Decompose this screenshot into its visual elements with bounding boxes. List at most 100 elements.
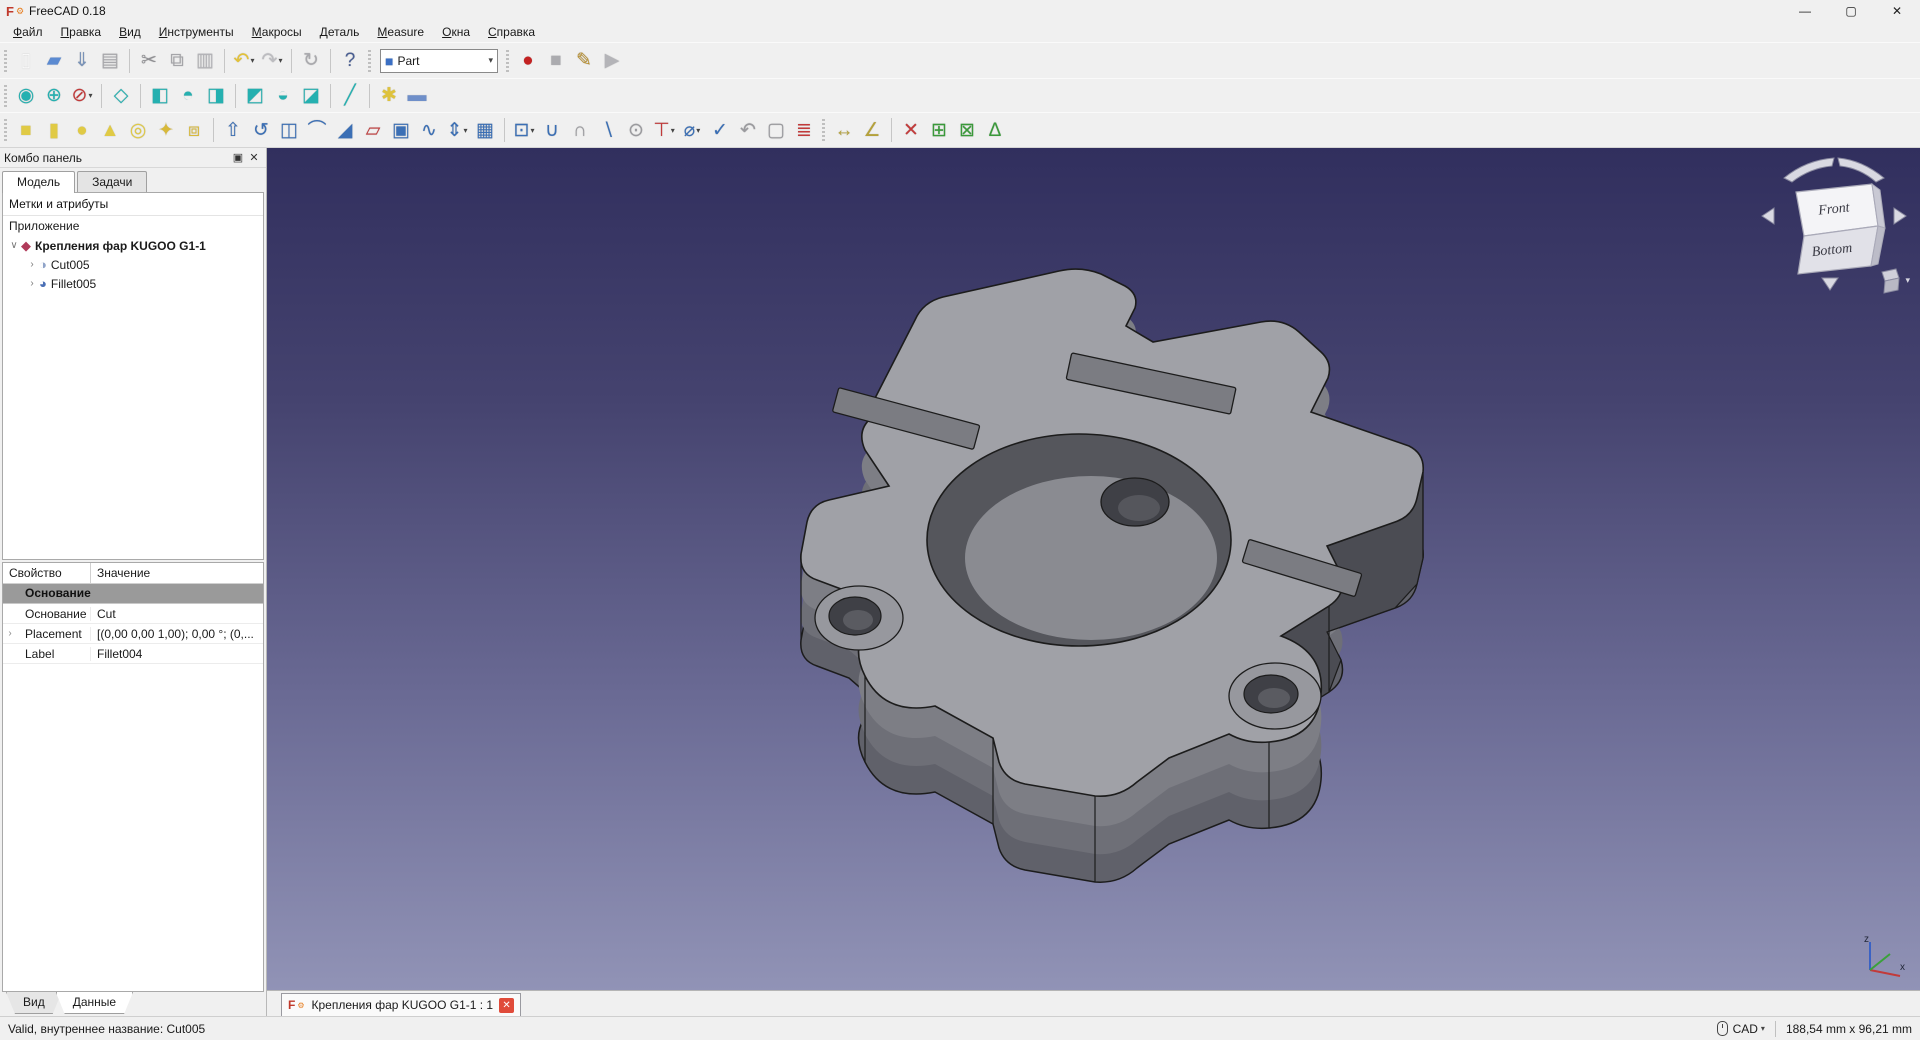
document-tab-close-icon[interactable]: ✕	[499, 998, 514, 1013]
menu-tools[interactable]: Инструменты	[150, 23, 243, 41]
dropdown-arrow-icon[interactable]: ▾	[530, 126, 534, 135]
measure-toggle-3d-icon[interactable]: ⊠	[953, 116, 981, 144]
tree-item-fillet005[interactable]: › ◕ Fillet005	[3, 274, 263, 293]
tree-item-cut005[interactable]: › ◑ Cut005	[3, 255, 263, 274]
cone-icon[interactable]: ▲	[96, 116, 124, 144]
navigation-style-selector[interactable]: CAD ▾	[1733, 1022, 1765, 1036]
dropdown-arrow-icon[interactable]: ▾	[278, 56, 282, 65]
toolbar-grip[interactable]	[2, 119, 10, 141]
extrude-icon[interactable]: ⇧	[219, 116, 247, 144]
compound-icon[interactable]: ⊡▾	[510, 116, 538, 144]
convert-shape-icon[interactable]: ▢	[762, 116, 790, 144]
menu-macros[interactable]: Макросы	[243, 23, 311, 41]
measure-toggle-all-icon[interactable]: ⊞	[925, 116, 953, 144]
tab-model[interactable]: Модель	[2, 171, 75, 193]
refresh-icon[interactable]: ↻	[297, 47, 325, 75]
tab-data-properties[interactable]: Данные	[56, 992, 133, 1014]
copy-icon[interactable]: ⧉	[163, 47, 191, 75]
top-view-icon[interactable]: ◓	[174, 82, 202, 110]
macro-edit-icon[interactable]: ✎	[570, 47, 598, 75]
sweep-icon[interactable]: ∿	[415, 116, 443, 144]
toolbar-grip[interactable]	[820, 119, 828, 141]
property-expander-icon[interactable]: ›	[3, 628, 17, 639]
draw-style-icon[interactable]: ⊘▾	[68, 82, 96, 110]
cut-icon[interactable]: ✂	[135, 47, 163, 75]
create-part-icon[interactable]: ✱	[375, 82, 403, 110]
3d-viewport[interactable]: Front Bottom ▾ z x	[267, 148, 1920, 990]
3d-model[interactable]	[267, 148, 1920, 990]
dropdown-arrow-icon[interactable]: ▾	[250, 56, 254, 65]
dropdown-arrow-icon[interactable]: ▾	[696, 126, 700, 135]
dropdown-arrow-icon[interactable]: ▾	[671, 126, 675, 135]
tree-chevron-icon[interactable]: ›	[25, 278, 39, 289]
box-icon[interactable]: ■	[12, 116, 40, 144]
thickness-icon[interactable]: ▦	[471, 116, 499, 144]
measure-linear-icon[interactable]: ↔	[830, 116, 858, 144]
primitives-icon[interactable]: ✦	[152, 116, 180, 144]
toolbar-grip[interactable]	[2, 50, 10, 72]
ruled-surface-icon[interactable]: ▱	[359, 116, 387, 144]
measure-distance-icon[interactable]: ╱	[336, 82, 364, 110]
macro-stop-icon[interactable]: ■	[542, 47, 570, 75]
prop-row-label[interactable]: Label Fillet004	[3, 644, 263, 664]
shape-builder-icon[interactable]: ⧈	[180, 116, 208, 144]
paste-icon[interactable]: ▥	[191, 47, 219, 75]
mirror-icon[interactable]: ◫	[275, 116, 303, 144]
menu-windows[interactable]: Окна	[433, 23, 479, 41]
rear-view-icon[interactable]: ◩	[241, 82, 269, 110]
left-view-icon[interactable]: ◪	[297, 82, 325, 110]
create-group-icon[interactable]: ▬	[403, 82, 431, 110]
boolean-union-icon[interactable]: ∪	[538, 116, 566, 144]
document-tab[interactable]: F⚙ Крепления фар KUGOO G1-1 : 1 ✕	[281, 993, 521, 1016]
fit-selection-icon[interactable]: ⊕	[40, 82, 68, 110]
save-icon[interactable]: ⇓	[68, 47, 96, 75]
property-group-base[interactable]: Основание	[3, 584, 263, 604]
menu-edit[interactable]: Правка	[52, 23, 111, 41]
navigation-cube[interactable]: Front Bottom ▾	[1754, 150, 1914, 300]
tab-view-properties[interactable]: Вид	[6, 992, 62, 1014]
workbench-selector[interactable]: ■ Part ▾	[380, 49, 498, 73]
prop-row-base[interactable]: Основание Cut	[3, 604, 263, 624]
dropdown-arrow-icon[interactable]: ▾	[88, 91, 92, 100]
cross-sections-icon[interactable]: ⌀▾	[678, 116, 706, 144]
prop-row-placement[interactable]: › Placement [(0,00 0,00 1,00); 0,00 °; (…	[3, 624, 263, 644]
measure-angular-icon[interactable]: ∠	[858, 116, 886, 144]
undo-icon[interactable]: ↶▾	[230, 47, 258, 75]
menu-part[interactable]: Деталь	[311, 23, 369, 41]
menu-help[interactable]: Справка	[479, 23, 544, 41]
tree-chevron-icon[interactable]: ∨	[7, 240, 21, 251]
toolbar-grip[interactable]	[2, 85, 10, 107]
macro-record-icon[interactable]: ●	[514, 47, 542, 75]
offset-icon[interactable]: ⇕▾	[443, 116, 471, 144]
toolbar-grip[interactable]	[504, 50, 512, 72]
menu-file[interactable]: Файл	[4, 23, 52, 41]
nav-mini-cube-icon[interactable]	[1882, 269, 1899, 293]
section-icon[interactable]: ⊤▾	[650, 116, 678, 144]
chamfer-icon[interactable]: ◢	[331, 116, 359, 144]
tree-chevron-icon[interactable]: ›	[25, 259, 39, 270]
menu-measure[interactable]: Measure	[368, 23, 433, 41]
right-view-icon[interactable]: ◨	[202, 82, 230, 110]
fillet-icon[interactable]: ⌒	[303, 116, 331, 144]
nav-cube-body[interactable]: Front Bottom	[1796, 184, 1885, 274]
defeaturing-icon[interactable]: ↶	[734, 116, 762, 144]
bottom-view-icon[interactable]: ◒	[269, 82, 297, 110]
tree-item-document[interactable]: ∨ ◆ Крепления фар KUGOO G1-1	[3, 236, 263, 255]
measure-clear-all-icon[interactable]: ✕	[897, 116, 925, 144]
slices-icon[interactable]: ≣	[790, 116, 818, 144]
panel-float-icon[interactable]: ▣	[230, 151, 246, 164]
measure-toggle-deltas-icon[interactable]: Δ	[981, 116, 1009, 144]
torus-icon[interactable]: ◎	[124, 116, 152, 144]
loft-icon[interactable]: ▣	[387, 116, 415, 144]
tab-tasks[interactable]: Задачи	[77, 171, 147, 192]
toolbar-grip[interactable]	[366, 50, 374, 72]
dropdown-arrow-icon[interactable]: ▾	[463, 126, 467, 135]
minimize-button[interactable]: —	[1782, 0, 1828, 22]
print-icon[interactable]: ▤	[96, 47, 124, 75]
boolean-common-icon[interactable]: ∩	[566, 116, 594, 144]
maximize-button[interactable]: ▢	[1828, 0, 1874, 22]
macro-run-icon[interactable]: ▶	[598, 47, 626, 75]
redo-icon[interactable]: ↷▾	[258, 47, 286, 75]
panel-close-icon[interactable]: ✕	[246, 151, 262, 164]
open-file-icon[interactable]: ▰	[40, 47, 68, 75]
